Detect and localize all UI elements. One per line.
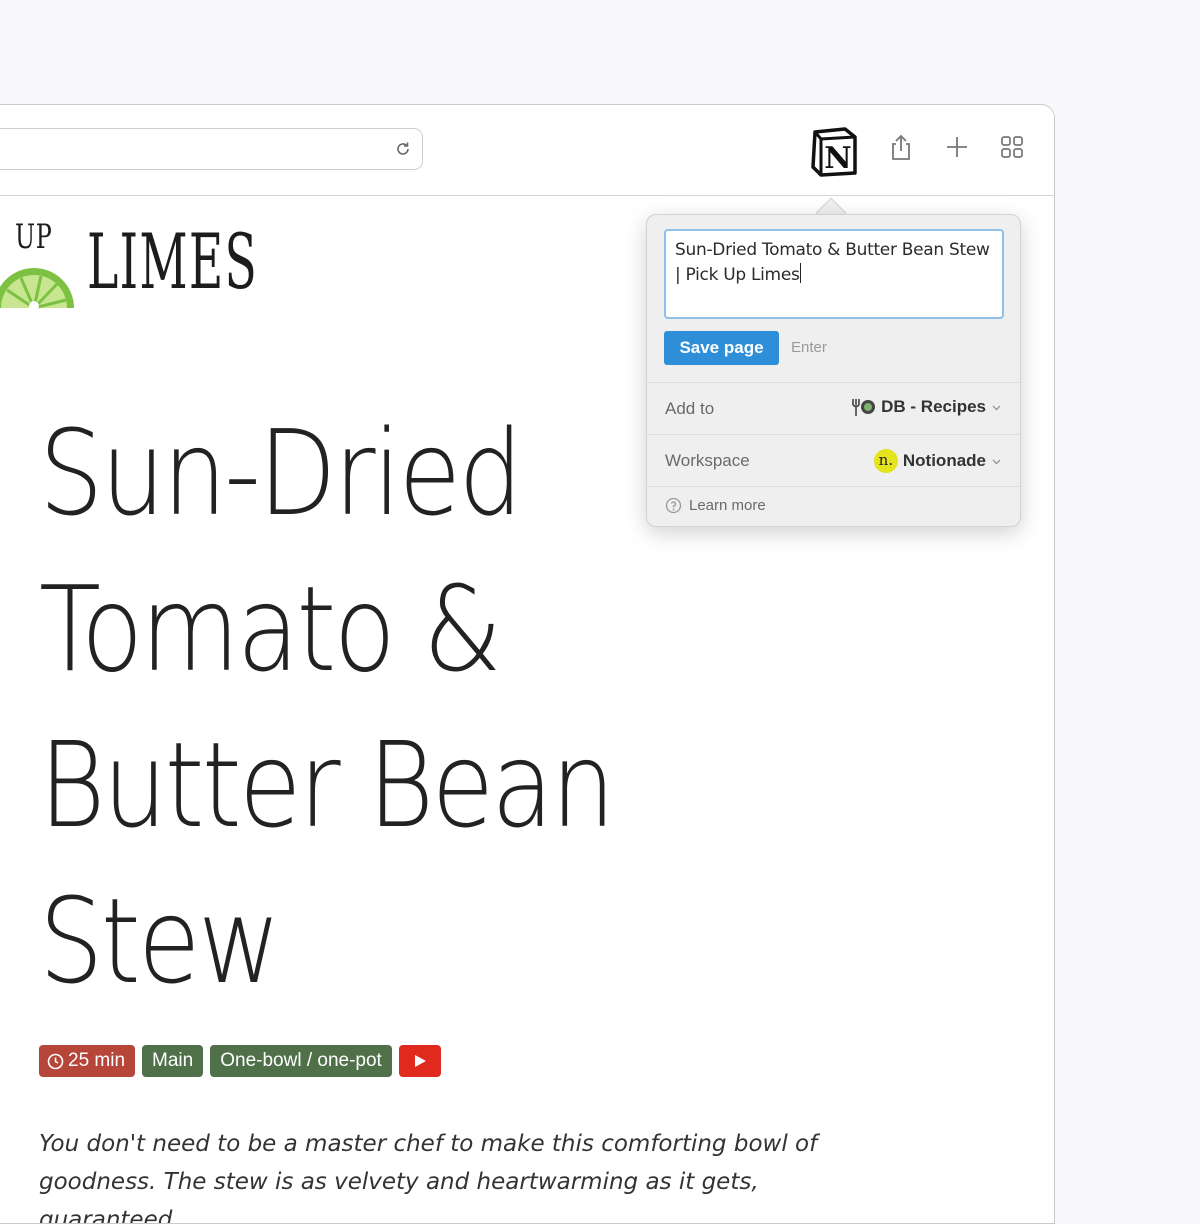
style-tag[interactable]: One-bowl / one-pot xyxy=(210,1045,392,1077)
reload-icon[interactable] xyxy=(394,140,412,158)
notion-icon[interactable]: N xyxy=(807,123,863,179)
clock-icon xyxy=(47,1053,64,1069)
save-page-button[interactable]: Save page xyxy=(664,331,779,365)
browser-toolbar: N xyxy=(0,105,1054,196)
time-tag-label: 25 min xyxy=(68,1050,126,1071)
enter-hint: Enter xyxy=(791,339,827,356)
notion-clipper-popup: Sun-Dried Tomato & Butter Bean Stew | Pi… xyxy=(646,214,1021,527)
logo-up-text: UP xyxy=(15,217,53,257)
svg-text:N: N xyxy=(824,141,851,176)
plus-icon[interactable] xyxy=(943,133,971,161)
divider xyxy=(647,434,1020,435)
address-bar[interactable] xyxy=(0,128,423,170)
share-icon[interactable] xyxy=(887,133,915,161)
logo-limes-text: LIMES xyxy=(87,217,259,306)
chevron-down-icon xyxy=(992,459,1001,464)
play-icon xyxy=(414,1055,426,1067)
lime-logo-icon xyxy=(0,268,74,310)
page-title: Sun-Dried Tomato & Butter Bean Stew xyxy=(39,404,615,1010)
learn-more-link[interactable]: Learn more xyxy=(665,497,766,514)
page-title-field[interactable]: Sun-Dried Tomato & Butter Bean Stew | Pi… xyxy=(664,229,1004,319)
time-tag[interactable]: 25 min xyxy=(39,1045,136,1077)
fork-plate-icon xyxy=(852,399,876,416)
divider xyxy=(647,382,1020,383)
workspace-select[interactable]: n. Notionade xyxy=(873,449,1002,473)
add-to-label: Add to xyxy=(665,399,715,418)
text-caret xyxy=(799,263,802,283)
learn-more-label: Learn more xyxy=(689,497,766,514)
divider xyxy=(647,486,1020,487)
tab-overview-icon[interactable] xyxy=(998,133,1026,161)
course-tag[interactable]: Main xyxy=(142,1045,204,1077)
youtube-tag[interactable] xyxy=(398,1045,441,1077)
workspace-value: Notionade xyxy=(902,451,986,470)
recipe-intro: You don't need to be a master chef to ma… xyxy=(39,1131,818,1224)
workspace-avatar: n. xyxy=(873,449,898,473)
add-to-value: DB - Recipes xyxy=(881,397,986,416)
recipe-tags: 25 min Main One-bowl / one-pot xyxy=(39,1045,441,1077)
chevron-down-icon xyxy=(992,405,1001,410)
page-title-field-value: Sun-Dried Tomato & Butter Bean Stew | Pi… xyxy=(675,240,990,285)
add-to-select[interactable]: DB - Recipes xyxy=(850,397,1002,417)
help-icon xyxy=(665,497,682,514)
workspace-label: Workspace xyxy=(665,451,750,470)
